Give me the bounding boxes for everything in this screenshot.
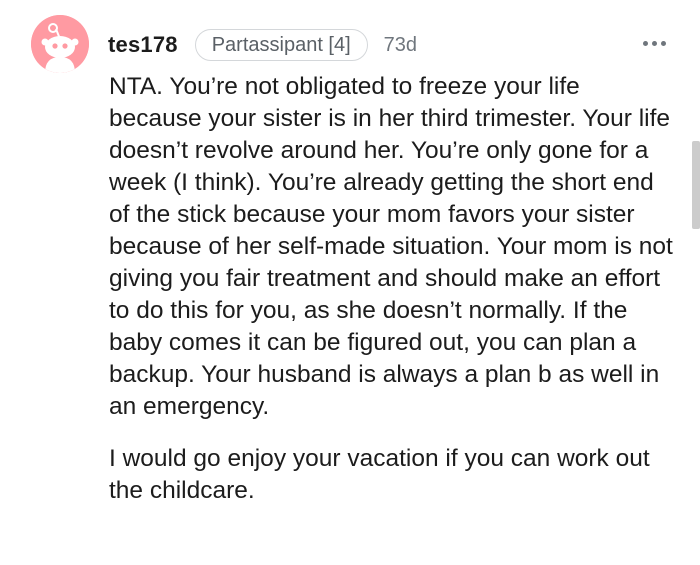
more-options-icon: [651, 40, 657, 46]
avatar-icon[interactable]: [31, 15, 89, 73]
more-options-button[interactable]: [634, 33, 674, 53]
user-flair-badge: Partassipant [4]: [194, 29, 368, 61]
comment-paragraph: NTA. You’re not obligated to freeze your…: [109, 73, 673, 420]
comment-body: NTA. You’re not obligated to freeze your…: [109, 71, 679, 507]
comment-timestamp: 73d: [383, 33, 418, 56]
more-options-icon: [642, 40, 648, 46]
username-link[interactable]: tes178: [108, 32, 178, 58]
comment: tes178 Partassipant [4] 73d NTA. You’re …: [0, 0, 700, 565]
snoo-avatar-icon: [31, 15, 89, 73]
comment-paragraph: I would go enjoy your vacation if you ca…: [109, 445, 650, 504]
more-options-icon: [660, 40, 666, 46]
comment-meta: tes178 Partassipant [4] 73d: [108, 28, 417, 62]
scrollbar-thumb[interactable]: [692, 141, 700, 229]
